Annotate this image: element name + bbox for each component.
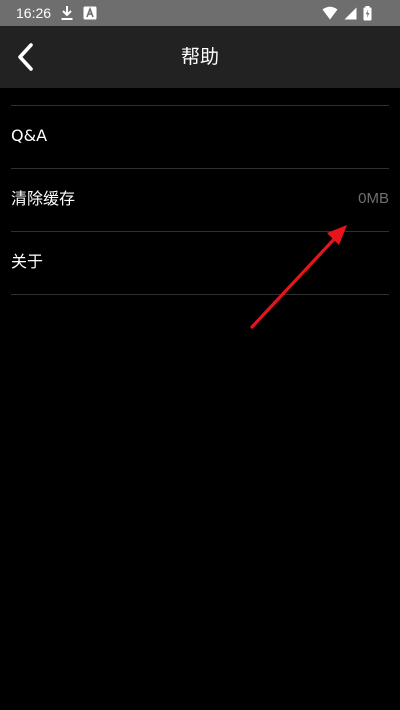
status-bar: 16:26 <box>0 0 400 26</box>
app-notification-icon <box>83 6 97 20</box>
download-icon <box>60 5 74 21</box>
help-settings-list: Q&A 清除缓存 0MB 关于 <box>11 105 389 295</box>
battery-charging-icon <box>363 5 372 21</box>
wifi-icon <box>322 6 338 20</box>
status-time: 16:26 <box>16 5 52 21</box>
cache-size-value: 0MB <box>358 190 389 207</box>
list-item-label: 关于 <box>11 252 44 271</box>
list-item-about[interactable]: 关于 <box>11 232 389 295</box>
list-item-clear-cache[interactable]: 清除缓存 0MB <box>11 169 389 232</box>
list-item-qa[interactable]: Q&A <box>11 106 389 169</box>
cellular-signal-icon <box>344 7 357 20</box>
list-item-label: Q&A <box>11 126 48 145</box>
status-notification-icons <box>60 4 97 22</box>
page-title: 帮助 <box>180 46 219 68</box>
list-item-label: 清除缓存 <box>11 189 76 208</box>
status-system-icons <box>322 4 372 22</box>
app-bar: 帮助 <box>0 26 400 88</box>
